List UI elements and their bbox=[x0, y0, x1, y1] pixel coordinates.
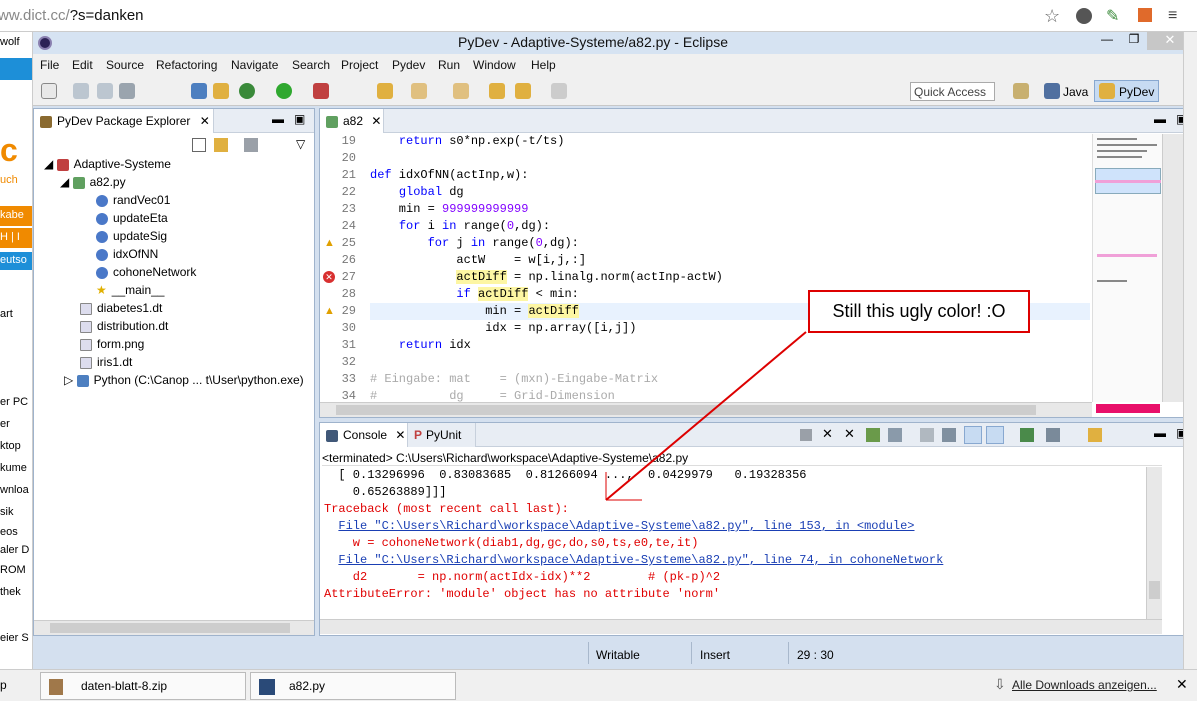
download-arrow-icon: ⇩ bbox=[994, 676, 1006, 692]
python-file-icon bbox=[259, 679, 275, 695]
close-download-bar-icon[interactable]: ✕ bbox=[1176, 676, 1188, 693]
download-filename: a82.py bbox=[289, 679, 326, 693]
download-bar: p daten-blatt-8.zip a82.py ⇩ Alle Downlo… bbox=[0, 669, 1197, 701]
show-all-downloads-link[interactable]: Alle Downloads anzeigen... bbox=[1012, 678, 1157, 692]
annotation-callout: Still this ugly color! :O bbox=[808, 290, 1030, 333]
annotation-arrow bbox=[605, 331, 807, 501]
taskbar-left-text: p bbox=[0, 678, 7, 692]
download-item[interactable]: a82.py bbox=[250, 672, 456, 700]
download-filename: daten-blatt-8.zip bbox=[81, 679, 168, 693]
download-item[interactable]: daten-blatt-8.zip bbox=[40, 672, 246, 700]
zip-file-icon bbox=[49, 679, 63, 695]
arrow-line bbox=[605, 331, 807, 501]
